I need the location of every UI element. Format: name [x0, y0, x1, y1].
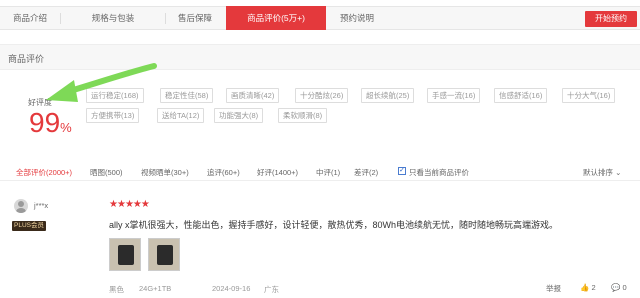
filter-all[interactable]: 全部评价(2000+): [16, 167, 72, 178]
device-image: [157, 245, 173, 265]
like-count: 2: [591, 283, 596, 292]
sort-label: 默认排序: [583, 168, 613, 177]
star-icon: ★: [124, 199, 134, 210]
filter-video[interactable]: 视频晒单(30+): [141, 167, 189, 178]
review-location: 广东: [264, 285, 279, 294]
good-rate-unit: %: [60, 120, 72, 135]
tab-product-intro[interactable]: 商品介绍: [0, 7, 60, 29]
only-current-label[interactable]: 只看当前商品评价: [409, 167, 469, 178]
report-link[interactable]: 举报: [546, 283, 561, 294]
sort-dropdown[interactable]: 默认排序 ⌄: [583, 167, 621, 178]
comment-icon: 💬: [611, 283, 621, 292]
tab-booking-info[interactable]: 预约说明: [326, 7, 388, 29]
filter-good[interactable]: 好评(1400+): [257, 167, 298, 178]
chevron-down-icon: ⌄: [615, 168, 622, 177]
star-icon: ★: [132, 199, 142, 210]
review-spec: 24G+1TB: [139, 284, 172, 293]
review-username: j***x: [34, 201, 49, 210]
tab-reviews[interactable]: 商品评价(5万+): [226, 6, 326, 30]
rating-stars: ★★★★★: [109, 199, 150, 210]
comment-count: 0: [622, 283, 627, 292]
review-photo[interactable]: [109, 238, 141, 271]
filter-bad[interactable]: 差评(2): [354, 167, 378, 178]
start-booking-button[interactable]: 开始预约: [585, 11, 637, 27]
review-tag[interactable]: 十分酷炫(26): [295, 88, 349, 103]
review-tag[interactable]: 手感一流(16): [427, 88, 481, 103]
review-filter-bar: 全部评价(2000+) 晒图(500) 视频晒单(30+) 追评(60+) 好评…: [0, 163, 640, 181]
tab-specs[interactable]: 规格与包装: [61, 7, 165, 29]
review-tag[interactable]: 画质清晰(42): [226, 88, 280, 103]
review-tag[interactable]: 十分大气(16): [562, 88, 616, 103]
star-icon: ★: [140, 199, 150, 210]
review-tag[interactable]: 信感舒适(16): [494, 88, 548, 103]
avatar[interactable]: [14, 199, 28, 213]
plus-member-badge: PLUS会员: [12, 221, 46, 231]
filter-medium[interactable]: 中评(1): [316, 167, 340, 178]
star-icon: ★: [116, 199, 126, 210]
review-tag[interactable]: 功能强大(8): [214, 108, 264, 123]
review-tag[interactable]: 超长续航(25): [361, 88, 415, 103]
like-button[interactable]: 👍 2: [580, 283, 596, 292]
user-avatar-icon: [16, 201, 26, 213]
review-date: 2024-09-16: [212, 284, 251, 293]
review-tag[interactable]: 稳定性佳(58): [160, 88, 214, 103]
review-tag[interactable]: 柔软顺滑(8): [278, 108, 328, 123]
review-text: ally x掌机很强大，性能出色，握持手感好，设计轻便，散热优秀，80Wh电池续…: [109, 220, 559, 230]
product-tab-bar: 商品介绍 规格与包装 售后保障 商品评价(5万+) 预约说明 开始预约: [0, 6, 640, 30]
star-icon: ★: [109, 199, 118, 210]
filter-followup[interactable]: 追评(60+): [207, 167, 240, 178]
good-rate-number: 99: [29, 107, 61, 138]
annotation-arrow-icon: [46, 63, 157, 102]
comment-button[interactable]: 💬 0: [611, 283, 627, 292]
section-title: 商品评价: [8, 54, 45, 64]
thumbs-up-icon: 👍: [580, 283, 590, 292]
good-rate-value: 99%: [29, 108, 72, 143]
tab-after-sales[interactable]: 售后保障: [166, 7, 224, 29]
review-photo[interactable]: [148, 238, 180, 271]
review-tag[interactable]: 送给TA(12): [157, 108, 205, 123]
device-image: [118, 245, 134, 265]
review-color: 黑色: [109, 285, 124, 294]
filter-photo[interactable]: 晒图(500): [90, 167, 123, 178]
review-tag[interactable]: 方便携带(13): [86, 108, 140, 123]
only-current-checkbox[interactable]: ✓: [398, 167, 406, 175]
